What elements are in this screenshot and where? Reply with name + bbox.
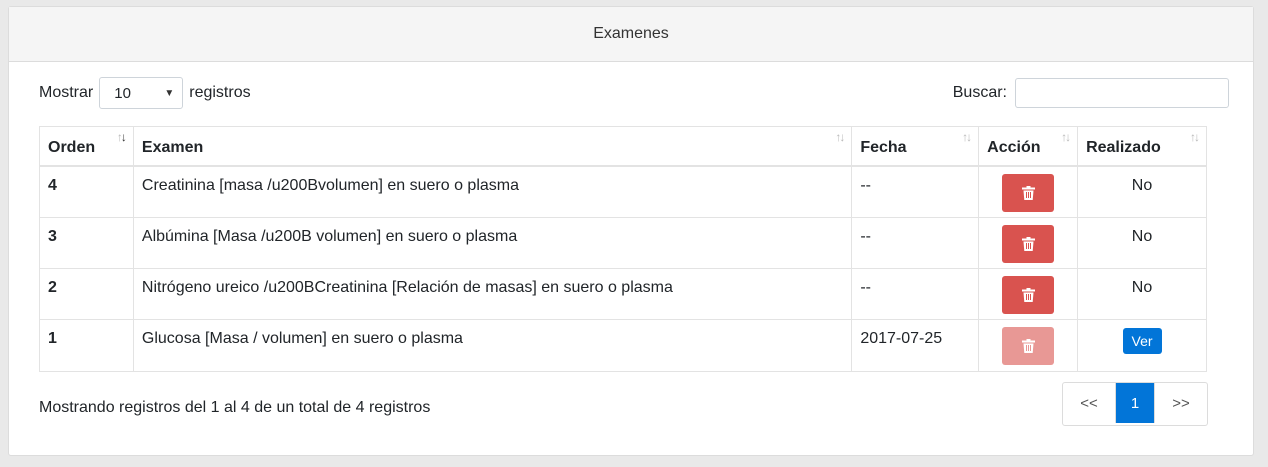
delete-button[interactable] (1002, 225, 1055, 263)
delete-button-disabled (1002, 327, 1055, 365)
sort-icon: ↑↓ (1190, 130, 1200, 144)
cell-realizado: No (1078, 269, 1206, 320)
sort-icon: ↑↓ (962, 130, 972, 144)
length-value: 10 (114, 84, 131, 102)
trash-icon (1021, 237, 1035, 251)
pagination: << 1 >> (1062, 382, 1208, 426)
cell-examen: Nitrógeno ureico /u200BCreatinina [Relac… (133, 269, 853, 320)
pagination-next[interactable]: >> (1154, 383, 1207, 423)
trash-icon (1021, 186, 1035, 200)
cell-realizado: No (1078, 218, 1206, 269)
column-header-orden[interactable]: Orden ↑↓ (40, 127, 134, 167)
panel-header: Examenes (9, 7, 1253, 62)
search-label: Buscar: (952, 84, 1007, 101)
cell-examen: Albúmina [Masa /u200B volumen] en suero … (133, 218, 853, 269)
cell-orden: 4 (40, 167, 134, 218)
search-control: Buscar: (953, 78, 1229, 108)
panel-title: Examenes (593, 25, 669, 42)
cell-orden: 2 (40, 269, 134, 320)
cell-accion (979, 320, 1079, 371)
sort-icon: ↑↓ (1061, 130, 1071, 144)
table-row: 4 Creatinina [masa /u200Bvolumen] en sue… (40, 167, 1206, 218)
cell-realizado: No (1078, 167, 1206, 218)
trash-icon (1021, 339, 1035, 353)
column-header-accion[interactable]: Acción ↑↓ (979, 127, 1079, 167)
table-header-row: Orden ↑↓ Examen ↑↓ Fecha ↑↓ Acción ↑↓ Realiz… (40, 127, 1206, 167)
sort-icon: ↑↓ (835, 130, 845, 144)
length-select[interactable]: 10 ▼ (99, 77, 184, 109)
delete-button[interactable] (1002, 174, 1055, 212)
column-header-fecha[interactable]: Fecha ↑↓ (852, 127, 980, 167)
table-info: Mostrando registros del 1 al 4 de un tot… (39, 399, 431, 416)
column-header-realizado[interactable]: Realizado ↑↓ (1078, 127, 1206, 167)
cell-fecha: -- (852, 167, 980, 218)
examenes-table: Orden ↑↓ Examen ↑↓ Fecha ↑↓ Acción ↑↓ Realiz… (39, 126, 1207, 372)
pagination-page-1[interactable]: 1 (1116, 383, 1154, 423)
table-row: 2 Nitrógeno ureico /u200BCreatinina [Rel… (40, 269, 1206, 320)
cell-accion (979, 218, 1079, 269)
cell-accion (979, 167, 1079, 218)
sort-asc-icon: ↑↓ (116, 130, 127, 144)
delete-button[interactable] (1002, 276, 1055, 314)
table-controls: Mostrar 10 ▼ registros Buscar: (39, 77, 1229, 109)
cell-orden: 1 (40, 320, 134, 371)
cell-fecha: 2017-07-25 (852, 320, 980, 371)
cell-realizado: Ver (1078, 320, 1206, 371)
length-suffix: registros (189, 84, 251, 101)
length-prefix: Mostrar (39, 84, 94, 101)
table-row: 3 Albúmina [Masa /u200B volumen] en suer… (40, 218, 1206, 269)
cell-examen: Creatinina [masa /u200Bvolumen] en suero… (133, 167, 853, 218)
column-header-examen[interactable]: Examen ↑↓ (133, 127, 853, 167)
chevron-down-icon: ▼ (164, 87, 175, 99)
pagination-prev[interactable]: << (1063, 383, 1116, 423)
cell-fecha: -- (852, 269, 980, 320)
table-row: 1 Glucosa [Masa / volumen] en suero o pl… (40, 320, 1206, 371)
trash-icon (1021, 288, 1035, 302)
cell-fecha: -- (852, 218, 980, 269)
ver-button[interactable]: Ver (1122, 328, 1162, 354)
length-control: Mostrar 10 ▼ registros (39, 77, 251, 109)
search-input[interactable] (1015, 78, 1229, 108)
cell-accion (979, 269, 1079, 320)
cell-orden: 3 (40, 218, 134, 269)
cell-examen: Glucosa [Masa / volumen] en suero o plas… (134, 320, 853, 371)
